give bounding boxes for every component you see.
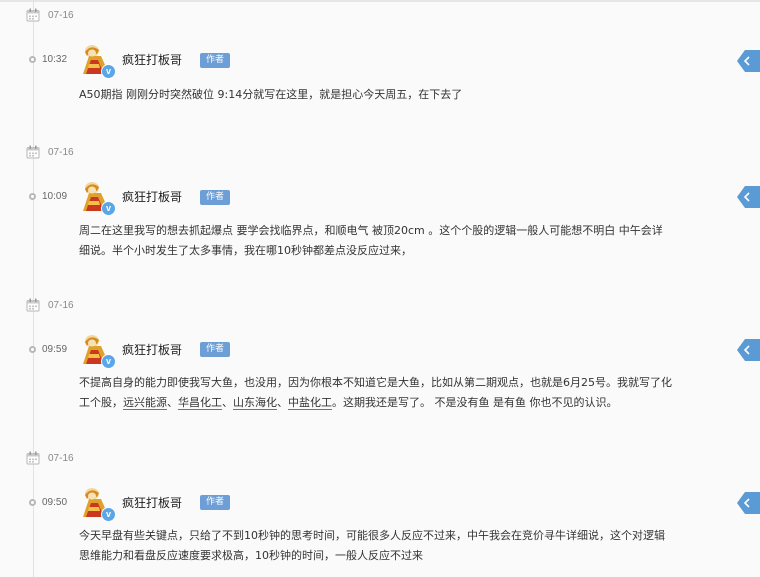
time-row: 10:09 [29, 191, 67, 202]
verified-v-icon: v [101, 354, 116, 369]
post-date: 07-16 [48, 146, 74, 158]
post-text-line: 不提高自身的能力即使我写大鱼，也没用，因为你根本不知道它是大鱼，比如从第二期观点… [79, 376, 672, 389]
username[interactable]: 疯狂打板哥 [122, 188, 182, 205]
post-date: 07-16 [48, 9, 74, 21]
side-tab-button[interactable] [737, 186, 760, 208]
post-feed: 07-16 10:32 v 疯狂打板哥 作者 A50期指 刚刚分时突然破位 9:… [0, 0, 760, 577]
username[interactable]: 疯狂打板哥 [122, 51, 182, 68]
side-tab-arrow-icon [737, 186, 760, 208]
post-text-line: 工个股，远兴能源、华昌化工、山东海化、中盐化工。这期我还是写了。 不是没有鱼 是… [79, 393, 760, 413]
post-content: 周二在这里我写的想去抓起爆点 要学会找临界点，和顺电气 被顶20cm 。这个个股… [79, 221, 760, 261]
avatar[interactable]: v [79, 179, 116, 216]
date-marker: 07-16 [26, 8, 74, 22]
timeline-dot-icon [29, 346, 36, 353]
calendar-icon [26, 145, 40, 159]
post-date: 07-16 [48, 299, 74, 311]
list-separator: 、 [277, 396, 288, 409]
author-badge: 作者 [200, 342, 231, 357]
avatar[interactable]: v [79, 332, 116, 369]
avatar[interactable]: v [79, 42, 116, 79]
stock-link[interactable]: 中盐化工 [288, 396, 332, 409]
post-time: 10:32 [42, 54, 68, 65]
calendar-icon [26, 8, 40, 22]
post-text-line: 周二在这里我写的想去抓起爆点 要学会找临界点，和顺电气 被顶20cm 。这个个股… [79, 224, 663, 237]
calendar-icon [26, 451, 40, 465]
post-text-line: A50期指 刚刚分时突然破位 9:14分就写在这里，就是担心今天周五，在下去了 [79, 88, 463, 101]
username[interactable]: 疯狂打板哥 [122, 341, 182, 358]
side-tab-button[interactable] [737, 339, 760, 361]
author-badge: 作者 [200, 495, 231, 510]
side-tab-button[interactable] [737, 50, 760, 72]
verified-v-icon: v [101, 201, 116, 216]
verified-v-icon: v [101, 64, 116, 79]
side-tab-arrow-icon [737, 492, 760, 514]
author-badge: 作者 [200, 53, 231, 68]
time-row: 09:50 [29, 497, 67, 508]
list-separator: 、 [167, 396, 178, 409]
post-text-fragment: 。这期我还是写了。 不是没有鱼 是有鱼 你也不见的认识。 [332, 396, 618, 409]
date-marker: 07-16 [26, 298, 74, 312]
calendar-icon [26, 298, 40, 312]
stock-link[interactable]: 远兴能源 [123, 396, 167, 409]
side-tab-arrow-icon [737, 339, 760, 361]
post-time: 09:59 [42, 344, 68, 355]
post-text-line: 今天早盘有些关键点，只给了不到10秒钟的思考时间，可能很多人反应不过来，中午我会… [79, 529, 665, 542]
timeline-dot-icon [29, 193, 36, 200]
post-text-fragment: 工个股， [79, 396, 123, 409]
post-text-line: 细说。半个小时发生了太多事情，我在哪10秒钟都差点没反应过来， [79, 244, 412, 257]
side-tab-button[interactable] [737, 492, 760, 514]
avatar[interactable]: v [79, 485, 116, 522]
verified-v-icon: v [101, 507, 116, 522]
post-time: 10:09 [42, 191, 68, 202]
time-row: 09:59 [29, 344, 67, 355]
post-text-line: 思维能力和看盘反应速度要求极高，10秒钟的时间，一般人反应不过来 [79, 549, 423, 562]
timeline-dot-icon [29, 56, 36, 63]
post-time: 09:50 [42, 497, 68, 508]
author-badge: 作者 [200, 190, 231, 205]
date-marker: 07-16 [26, 451, 74, 465]
side-tab-arrow-icon [737, 50, 760, 72]
post-date: 07-16 [48, 452, 74, 464]
date-marker: 07-16 [26, 145, 74, 159]
stock-link[interactable]: 山东海化 [233, 396, 277, 409]
post-content: 今天早盘有些关键点，只给了不到10秒钟的思考时间，可能很多人反应不过来，中午我会… [79, 526, 760, 566]
stock-link[interactable]: 华昌化工 [178, 396, 222, 409]
list-separator: 、 [222, 396, 233, 409]
time-row: 10:32 [29, 54, 67, 65]
post-content: 不提高自身的能力即使我写大鱼，也没用，因为你根本不知道它是大鱼，比如从第二期观点… [79, 373, 760, 413]
username[interactable]: 疯狂打板哥 [122, 494, 182, 511]
post-content: A50期指 刚刚分时突然破位 9:14分就写在这里，就是担心今天周五，在下去了 [79, 85, 760, 105]
timeline-dot-icon [29, 499, 36, 506]
